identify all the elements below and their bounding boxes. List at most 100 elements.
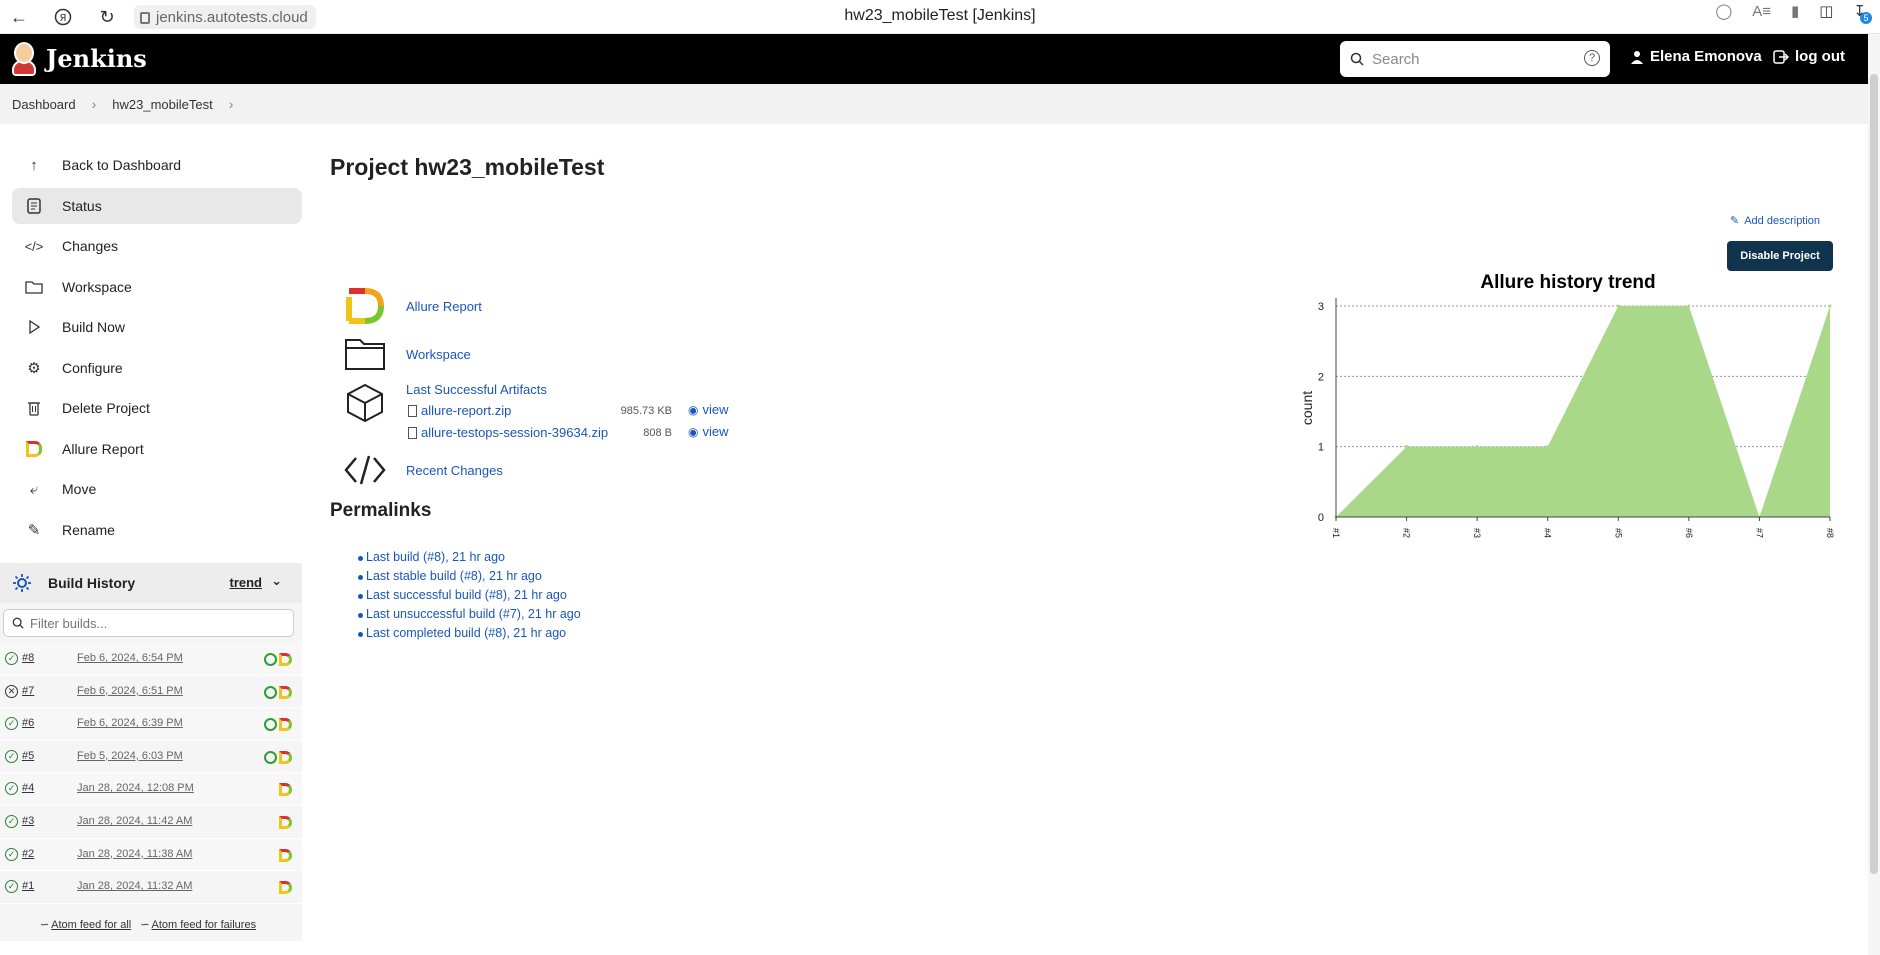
allure-badge-icon[interactable] xyxy=(279,653,292,666)
build-number-link[interactable]: #1 xyxy=(22,880,34,892)
search-icon xyxy=(12,617,24,629)
success-status-icon: ✓ xyxy=(5,782,18,796)
sidebar-item-label: Allure Report xyxy=(62,440,144,457)
search-icon xyxy=(1350,52,1364,66)
permalink-item[interactable]: Last successful build (#8), 21 hr ago xyxy=(358,588,581,607)
sidebar-item-build-now[interactable]: Build Now xyxy=(12,309,302,345)
trend-link[interactable]: trend xyxy=(230,575,263,590)
page-scrollbar[interactable] xyxy=(1868,34,1880,955)
page-tab-title: hw23_mobileTest [Jenkins] xyxy=(844,7,1036,24)
workspace-link[interactable]: Workspace xyxy=(406,347,471,362)
allure-badge-icon[interactable] xyxy=(279,685,292,699)
build-date-link[interactable]: Feb 5, 2024, 6:03 PM xyxy=(77,750,183,762)
build-date-link[interactable]: Jan 28, 2024, 11:32 AM xyxy=(77,880,192,892)
permalink-item[interactable]: Last unsuccessful build (#7), 21 hr ago xyxy=(358,607,581,626)
filter-builds-box[interactable] xyxy=(3,609,294,637)
sidebar-item-configure[interactable]: ⚙ Configure xyxy=(12,350,302,386)
build-row[interactable]: ✓ #1 Jan 28, 2024, 11:32 AM xyxy=(0,871,302,904)
breadcrumb-project[interactable]: hw23_mobileTest xyxy=(112,97,212,112)
logout-link[interactable]: log out xyxy=(1773,48,1845,65)
sidebar-item-back-to-dashboard[interactable]: ↑ Back to Dashboard xyxy=(12,147,302,183)
build-number-link[interactable]: #3 xyxy=(22,815,34,827)
build-row[interactable]: ✓ #6 Feb 6, 2024, 6:39 PM xyxy=(0,708,302,741)
chevron-right-icon[interactable]: › xyxy=(229,96,234,112)
build-date-link[interactable]: Jan 28, 2024, 11:42 AM xyxy=(77,815,192,827)
breadcrumb-dashboard[interactable]: Dashboard xyxy=(12,97,76,112)
sidebar-item-status[interactable]: Status xyxy=(12,187,302,224)
bookmark-icon[interactable]: ▮ xyxy=(1791,2,1799,20)
artifact-view-link[interactable]: ◉ view xyxy=(688,402,729,417)
help-icon[interactable]: ? xyxy=(1584,50,1600,66)
user-icon xyxy=(1631,50,1643,64)
permalink-item[interactable]: Last completed build (#8), 21 hr ago xyxy=(358,626,581,645)
build-row[interactable]: ✓ #4 Jan 28, 2024, 12:08 PM xyxy=(0,773,302,806)
data-point xyxy=(1687,304,1691,308)
sidebar-item-workspace[interactable]: Workspace xyxy=(12,269,302,305)
testops-badge-icon[interactable] xyxy=(264,685,277,699)
build-row[interactable]: ✓ #2 Jan 28, 2024, 11:38 AM xyxy=(0,838,302,872)
allure-badge-icon[interactable] xyxy=(279,815,292,829)
atom-feed-failures-link[interactable]: Atom feed for failures xyxy=(152,919,257,931)
chat-icon[interactable]: ◯ xyxy=(1715,2,1732,20)
build-number-link[interactable]: #7 xyxy=(22,685,34,697)
permalink-item[interactable]: Last stable build (#8), 21 hr ago xyxy=(358,569,581,588)
sidebar-item-changes[interactable]: </> Changes xyxy=(12,228,302,264)
build-date-link[interactable]: Jan 28, 2024, 11:38 AM xyxy=(77,848,192,860)
sidebar-item-rename[interactable]: ✎ Rename xyxy=(12,512,302,548)
build-number-link[interactable]: #6 xyxy=(22,717,34,729)
breadcrumb: Dashboard › hw23_mobileTest › xyxy=(0,84,1868,124)
browser-toolbar: ← Я ↻ jenkins.autotests.cloud hw23_mobil… xyxy=(0,0,1880,34)
build-date-link[interactable]: Feb 6, 2024, 6:39 PM xyxy=(77,717,183,729)
file-icon xyxy=(408,404,417,417)
artifact-name: allure-report.zip xyxy=(421,403,512,418)
user-link[interactable]: Elena Emonova xyxy=(1630,48,1762,65)
allure-trend-chart[interactable]: Allure history trend 0 1 2 3 #1 #2 #3 #4 #5 #6 #7 #8… xyxy=(1298,268,1840,550)
jenkins-logo[interactable]: Jenkins xyxy=(10,40,147,76)
build-number-link[interactable]: #4 xyxy=(22,782,34,794)
build-date-link[interactable]: Feb 6, 2024, 6:54 PM xyxy=(77,652,183,664)
trash-icon xyxy=(24,398,44,418)
search-box[interactable]: ? xyxy=(1340,41,1610,77)
artifact-row[interactable]: allure-testops-session-39634.zip xyxy=(408,425,608,440)
recent-changes-link[interactable]: Recent Changes xyxy=(406,463,503,478)
package-icon xyxy=(344,383,386,423)
build-date-link[interactable]: Feb 6, 2024, 6:51 PM xyxy=(77,685,183,697)
add-description-link[interactable]: ✎ Add description xyxy=(1730,214,1820,228)
filter-builds-input[interactable] xyxy=(30,615,270,631)
build-history-header: Build History trend ⌄ xyxy=(0,563,302,603)
allure-badge-icon[interactable] xyxy=(279,783,292,797)
allure-badge-icon[interactable] xyxy=(279,881,292,895)
collections-icon[interactable]: ◫ xyxy=(1819,2,1833,20)
artifact-view-link[interactable]: ◉ view xyxy=(688,424,729,439)
x-tick-label: #5 xyxy=(1613,528,1623,538)
allure-badge-icon[interactable] xyxy=(279,750,292,764)
testops-badge-icon[interactable] xyxy=(264,750,277,764)
data-point xyxy=(1405,445,1409,449)
chevron-down-icon[interactable]: ⌄ xyxy=(271,573,282,589)
artifact-row[interactable]: allure-report.zip xyxy=(408,403,511,418)
artifact-name: allure-testops-session-39634.zip xyxy=(421,425,609,440)
last-artifacts-link[interactable]: Last Successful Artifacts xyxy=(406,382,547,397)
testops-badge-icon[interactable] xyxy=(264,718,277,732)
disable-project-button[interactable]: Disable Project xyxy=(1727,241,1833,271)
sidebar-item-move[interactable]: ⤶ Move xyxy=(12,471,302,507)
translate-icon[interactable]: A≡ xyxy=(1752,3,1771,20)
build-date-link[interactable]: Jan 28, 2024, 12:08 PM xyxy=(77,782,194,794)
search-input[interactable] xyxy=(1372,50,1572,68)
allure-report-link[interactable]: Allure Report xyxy=(406,299,482,314)
download-icon[interactable]: ↧ 5 xyxy=(1853,2,1872,24)
build-row[interactable]: ✓ #3 Jan 28, 2024, 11:42 AM xyxy=(0,806,302,839)
testops-badge-icon[interactable] xyxy=(264,653,277,666)
allure-badge-icon[interactable] xyxy=(279,718,292,732)
build-row[interactable]: ✓ #5 Feb 5, 2024, 6:03 PM xyxy=(0,741,302,774)
build-number-link[interactable]: #2 xyxy=(22,848,34,860)
build-row[interactable]: ✓ #8 Feb 6, 2024, 6:54 PM xyxy=(0,643,302,676)
atom-feed-all-link[interactable]: Atom feed for all xyxy=(51,919,131,931)
permalink-item[interactable]: Last build (#8), 21 hr ago xyxy=(358,550,581,569)
build-row[interactable]: ✕ #7 Feb 6, 2024, 6:51 PM xyxy=(0,676,302,709)
sidebar-item-allure-report[interactable]: Allure Report xyxy=(12,431,302,467)
build-number-link[interactable]: #5 xyxy=(22,750,34,762)
allure-badge-icon[interactable] xyxy=(279,848,292,862)
build-number-link[interactable]: #8 xyxy=(22,652,34,664)
sidebar-item-delete-project[interactable]: Delete Project xyxy=(12,390,302,426)
